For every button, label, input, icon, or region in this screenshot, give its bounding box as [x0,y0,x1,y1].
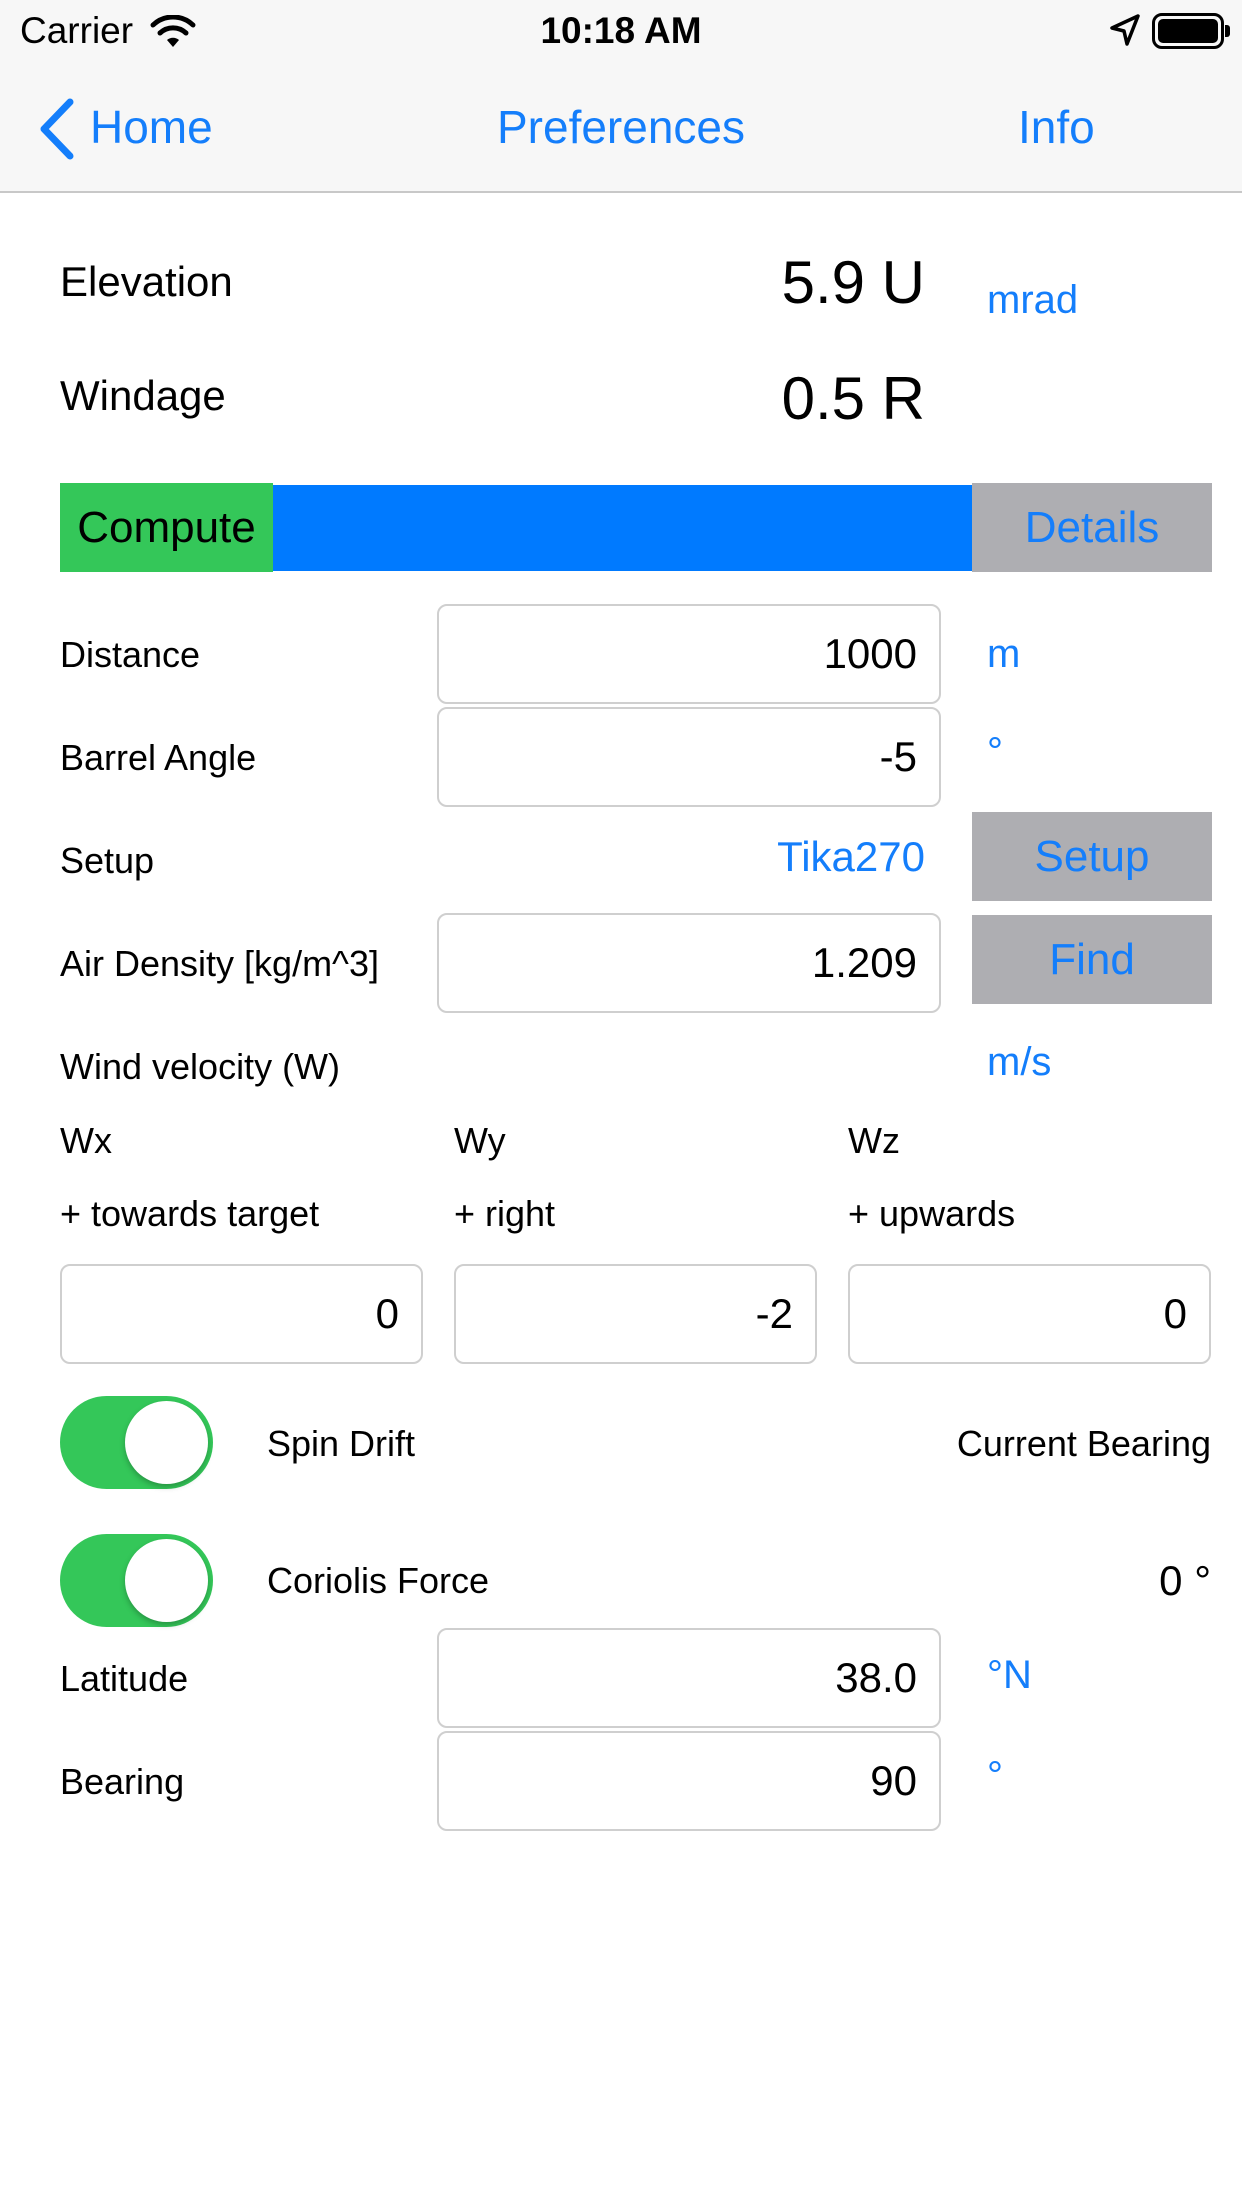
wy-input[interactable] [454,1264,817,1364]
spin-drift-toggle[interactable] [60,1396,213,1489]
distance-label: Distance [60,634,201,675]
barrel-angle-input[interactable] [437,707,941,807]
spin-drift-label: Spin Drift [267,1423,416,1464]
wx-hint: + towards target [60,1193,320,1234]
air-density-label: Air Density [kg/m^3] [60,943,379,984]
wy-label: Wy [454,1120,506,1161]
air-density-input[interactable] [437,913,941,1013]
wz-hint: + upwards [848,1193,1016,1234]
barrel-angle-label: Barrel Angle [60,737,257,778]
setup-name-link[interactable]: Tika270 [650,833,925,881]
wz-label: Wz [848,1120,900,1161]
wy-hint: + right [454,1193,556,1234]
wx-label: Wx [60,1120,112,1161]
windage-value: 0.5 R [781,365,925,432]
navigation-bar: Home Preferences Info [0,62,1242,193]
clock: 10:18 AM [540,10,702,51]
compute-progress-bar [273,485,972,571]
latitude-input[interactable] [437,1628,941,1728]
bearing-input[interactable] [437,1731,941,1831]
coriolis-toggle[interactable] [60,1534,213,1627]
compute-button[interactable]: Compute [60,483,273,572]
angle-unit-button[interactable]: mrad [987,278,1078,323]
find-button[interactable]: Find [972,915,1212,1004]
setup-button[interactable]: Setup [972,812,1212,901]
elevation-label: Elevation [60,258,233,305]
info-button[interactable]: Info [1018,100,1095,154]
wx-input[interactable] [60,1264,423,1364]
current-bearing-value: 0 ° [1159,1557,1211,1604]
details-button[interactable]: Details [972,483,1212,572]
bearing-unit: ° [987,1754,1003,1798]
latitude-label: Latitude [60,1658,189,1699]
distance-input[interactable] [437,604,941,704]
setup-label: Setup [60,840,155,881]
wind-velocity-label: Wind velocity (W) [60,1046,341,1087]
wz-input[interactable] [848,1264,1211,1364]
coriolis-label: Coriolis Force [267,1560,490,1601]
windage-label: Windage [60,372,226,419]
wind-unit-button[interactable]: m/s [987,1040,1051,1085]
bearing-label: Bearing [60,1761,185,1802]
barrel-angle-unit: ° [987,730,1003,774]
location-arrow-icon [1110,14,1140,46]
elevation-value: 5.9 U [781,249,925,316]
battery-icon [1152,13,1230,49]
current-bearing-label: Current Bearing [956,1423,1211,1464]
status-bar: Carrier 10:18 AM [0,0,1242,62]
distance-unit-button[interactable]: m [987,632,1020,677]
latitude-unit-button[interactable]: °N [987,1653,1032,1698]
